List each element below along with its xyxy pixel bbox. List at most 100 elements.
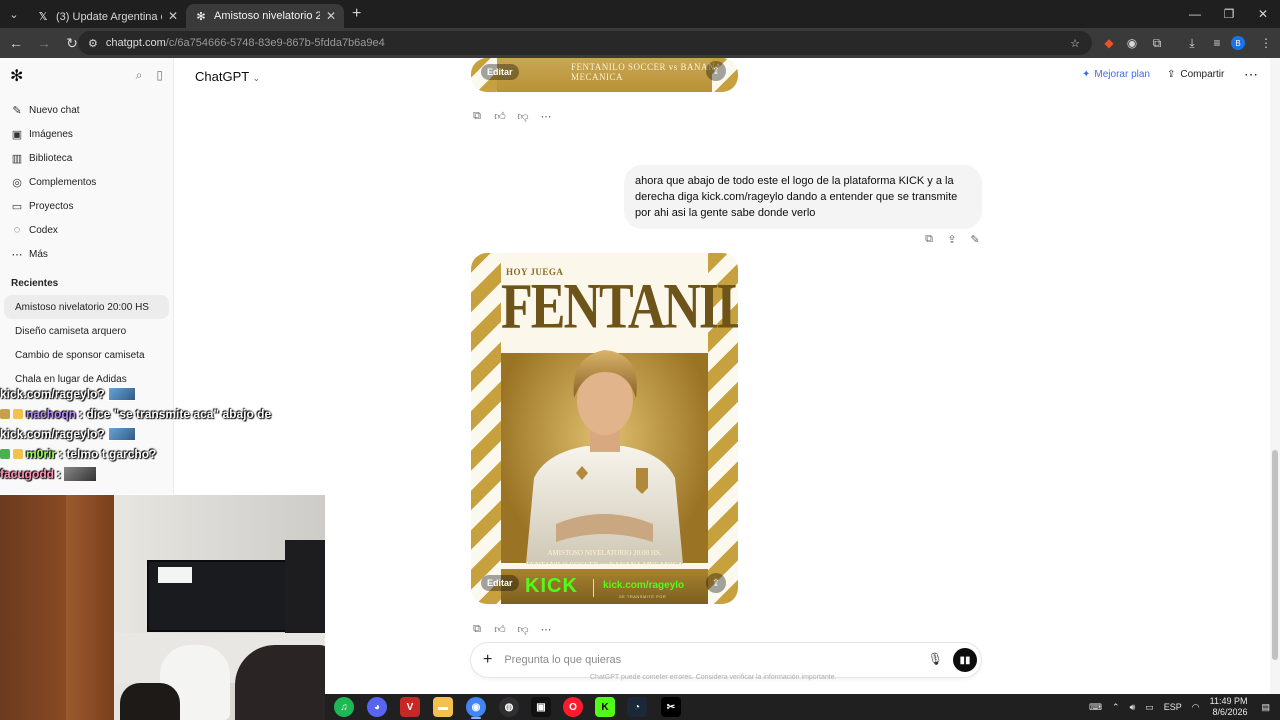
page-scrollbar[interactable] [1270,58,1280,694]
edit-image-button[interactable]: Editar [481,64,519,80]
voicemeeter-icon[interactable]: V [400,697,420,717]
sidebar-item-images[interactable]: ▣ Imágenes [0,122,173,146]
more-options-icon[interactable]: ⋯ [540,110,552,123]
model-name: ChatGPT [195,69,249,84]
restore-icon[interactable]: ❐ [1212,0,1246,28]
address-bar[interactable]: ⚙ chatgpt.com/c/6a754666-5748-83e9-867b-… [78,31,1092,55]
url-path: /c/6a754666-5748-83e9-867b-5fdda7b6a9e4 [165,37,385,49]
clock[interactable]: 11:49 PM 8/6/2026 [1210,696,1248,718]
edit-pencil-icon[interactable]: ✎ [969,233,981,246]
thumbs-down-icon[interactable]: 👎︎ [517,110,529,123]
emote-image [64,467,96,481]
chatgpt-logo-icon[interactable]: ✻ [10,66,23,86]
plus-icon[interactable]: + [483,651,492,669]
sidebar-item-plugins[interactable]: ◎ Complementos [0,170,173,194]
thumbs-up-icon[interactable]: 👍︎ [494,110,506,123]
app-icon[interactable]: ▣ [531,697,551,717]
sidebar-header: ✻ ⌕ ▯ [0,58,173,94]
sidebar-item-label: Imágenes [29,128,73,140]
share-image-icon[interactable]: ⇪ [706,573,726,593]
model-selector[interactable]: ChatGPT ⌄ [195,69,260,84]
reading-list-icon[interactable]: ≡ [1207,33,1227,53]
generated-image-previous[interactable]: FENTANILO SOCCER vs BANANA MECANICA Edit… [471,58,738,92]
upgrade-plan-button[interactable]: ✦ Mejorar plan [1082,69,1150,80]
chatgpt-logo-icon: ✻ [196,10,206,23]
chrome-icon[interactable]: ◉ [466,697,486,717]
volume-icon[interactable]: 🔊︎ [1130,702,1136,713]
language-indicator[interactable]: ESP [1164,702,1182,712]
bookmark-star-icon[interactable]: ☆ [1070,37,1080,50]
back-icon[interactable]: ← [4,31,28,55]
copy-icon[interactable]: ⧉ [923,233,935,246]
window-controls: — ❐ ✕ [1178,0,1280,28]
close-tab-icon[interactable]: ✕ [168,9,178,23]
share-icon[interactable]: ⇪ [946,233,958,246]
tab-search-button[interactable]: ⌄ [0,0,28,28]
edit-image-button[interactable]: Editar [481,575,519,591]
generated-image[interactable]: HOY JUEGA FENTANILO AMISTOSO NIVELATORIO… [471,253,738,604]
obs-icon[interactable]: ◍ [499,697,519,717]
sidebar-item-more[interactable]: ⋯ Más [0,242,173,266]
wifi-icon[interactable]: ◠ [1192,702,1200,713]
chat-line: kick.com/rageylo? [0,384,300,404]
file-explorer-icon[interactable]: ▬ [433,697,453,717]
player-illustration [526,350,683,564]
scrollbar-thumb[interactable] [1272,450,1278,660]
opera-icon[interactable]: O [563,697,583,717]
forward-icon[interactable]: → [32,31,56,55]
download-icon[interactable]: ⤓ [1182,33,1202,53]
tab-title: Amistoso nivelatorio 20:00 HS [214,10,320,22]
notifications-icon[interactable]: ▤ [1261,702,1270,713]
sidebar-item-new-chat[interactable]: ✎ Nuevo chat [0,98,173,122]
user-message: ahora que abajo de todo este el logo de … [624,165,982,229]
copy-icon[interactable]: ⧉ [471,623,483,636]
conversation-options-icon[interactable]: ⋯ [1244,66,1258,83]
share-image-icon[interactable]: ⇪ [706,61,726,81]
badge-icon [13,409,23,419]
recent-chat-item[interactable]: Cambio de sponsor camiseta [4,343,169,367]
extensions-puzzle-icon[interactable]: ⧉ [1147,33,1167,53]
sidebar-toggle-icon[interactable]: ▯ [156,68,163,83]
close-tab-icon[interactable]: ✕ [326,9,336,23]
discord-icon[interactable]: ◕ [367,697,387,717]
recent-chat-item[interactable]: Amistoso nivelatorio 20:00 HS [4,295,169,319]
network-icon[interactable]: ▭ [1145,702,1154,713]
spotify-icon[interactable]: ♫ [334,697,354,717]
more-options-icon[interactable]: ⋯ [540,623,552,636]
sidebar-item-projects[interactable]: ▭ Proyectos [0,194,173,218]
microphone-icon[interactable]: 🎙︎ [928,652,943,666]
upgrade-label: Mejorar plan [1094,69,1150,80]
chevron-down-icon: ⌄ [252,73,261,83]
new-tab-button[interactable]: + [352,5,361,23]
profile-avatar[interactable]: B [1231,36,1245,50]
site-info-icon[interactable]: ⚙ [88,37,98,50]
sidebar-item-codex[interactable]: ◌ Codex [0,218,173,242]
steam-icon[interactable]: ◔ [627,697,647,717]
webcam-feed [0,495,325,720]
minimize-icon[interactable]: — [1178,0,1212,28]
prompt-input[interactable] [504,654,905,666]
close-window-icon[interactable]: ✕ [1246,0,1280,28]
sidebar-item-label: Complementos [29,176,97,188]
sidebar-item-library[interactable]: ▥ Biblioteca [0,146,173,170]
browser-menu-icon[interactable]: ⋮ [1256,33,1276,53]
tab-chatgpt[interactable]: ✻ Amistoso nivelatorio 20:00 HS ✕ [186,4,344,28]
extension-icon[interactable]: ◉ [1122,33,1142,53]
recent-chat-item[interactable]: Diseño camiseta arquero [4,319,169,343]
chevron-up-icon[interactable]: ⌃ [1112,702,1120,713]
search-icon[interactable]: ⌕ [136,68,143,83]
thumbs-up-icon[interactable]: 👍︎ [494,623,506,636]
voice-mode-button[interactable]: ▮▮ [953,648,977,672]
copy-icon[interactable]: ⧉ [471,110,483,123]
url-text: chatgpt.com/c/6a754666-5748-83e9-867b-5f… [106,37,385,49]
thumbs-down-icon[interactable]: 👎︎ [517,623,529,636]
tab-update-argentina[interactable]: 𝕏 (3) Update Argentina en X: "🚨 ✕ [28,4,186,28]
extension-fox-icon[interactable]: ◆ [1099,33,1119,53]
kick-icon[interactable]: K [595,697,615,717]
share-button[interactable]: ⇪ Compartir [1167,69,1224,80]
kick-url: kick.com/rageylo [603,580,685,591]
assistant-actions: ⧉ 👍︎ 👎︎ ⋯ [471,623,552,636]
capcut-icon[interactable]: ✂ [661,697,681,717]
images-icon: ▣ [11,128,23,141]
keyboard-icon[interactable]: ⌨ [1089,702,1102,713]
